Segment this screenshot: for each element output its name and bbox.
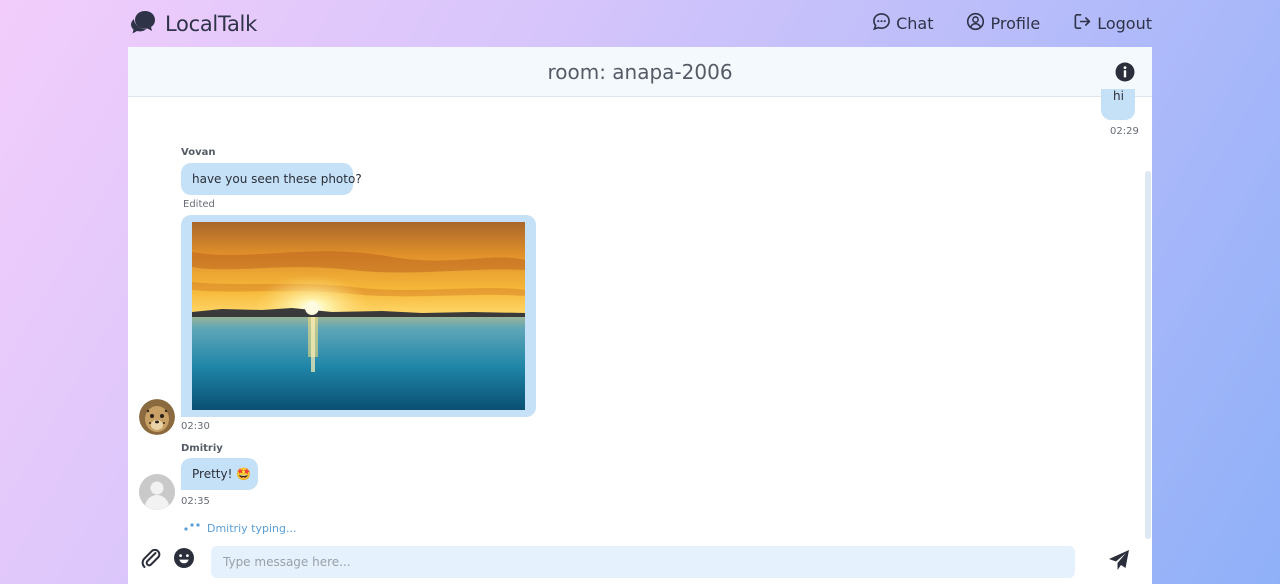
message-bubble: have you seen these photo?	[181, 163, 362, 195]
own-message-bubble: hi	[1101, 89, 1135, 120]
message-composer	[128, 541, 1152, 584]
default-user-avatar[interactable]	[139, 474, 175, 510]
typing-dots-icon	[183, 522, 201, 535]
info-icon[interactable]	[1115, 62, 1135, 82]
nav-chat-label: Chat	[896, 14, 934, 33]
edited-label: Edited	[183, 199, 215, 210]
nav-profile-link[interactable]: Profile	[966, 12, 1040, 35]
message-text: hi	[1113, 89, 1124, 103]
typing-indicator: Dmitriy typing...	[183, 522, 296, 535]
nav-logout-label: Logout	[1097, 14, 1152, 33]
cheetah-avatar[interactable]	[139, 399, 175, 435]
top-navbar: LocalTalk Chat Profile Logout	[0, 0, 1280, 48]
scrollbar-thumb[interactable]	[1145, 171, 1151, 539]
chat-icon	[872, 12, 891, 35]
message-sender: Dmitriy	[181, 443, 223, 454]
message-text: Pretty! 🤩	[192, 467, 252, 481]
logout-icon	[1073, 12, 1092, 35]
chat-panel: room: anapa-2006 hi 02:29 Vovan have you…	[128, 47, 1152, 584]
chat-bubbles-logo-icon	[129, 8, 157, 40]
main-nav: Chat Profile Logout	[872, 12, 1152, 35]
message-time: 02:35	[181, 496, 210, 507]
app-name: LocalTalk	[165, 12, 257, 36]
nav-profile-label: Profile	[990, 14, 1041, 33]
message-time: 02:30	[181, 421, 210, 432]
nav-logout-link[interactable]: Logout	[1073, 12, 1152, 35]
room-title: room: anapa-2006	[547, 60, 733, 84]
message-list[interactable]: hi 02:29 Vovan have you seen these photo…	[128, 89, 1152, 541]
message-time: 02:29	[1110, 126, 1139, 137]
typing-text: Dmitriy typing...	[207, 522, 297, 535]
message-bubble: Pretty! 🤩	[181, 458, 258, 490]
smiley-icon[interactable]	[173, 547, 195, 569]
message-input[interactable]	[211, 546, 1075, 578]
image-message-bubble	[181, 215, 536, 417]
profile-icon	[966, 12, 985, 35]
message-scrollbar[interactable]	[1144, 97, 1152, 541]
sunset-over-sea-photo[interactable]	[192, 222, 525, 410]
brand[interactable]: LocalTalk	[129, 9, 257, 39]
nav-chat-link[interactable]: Chat	[872, 12, 933, 35]
paperclip-icon[interactable]	[140, 547, 162, 569]
message-sender: Vovan	[181, 147, 216, 158]
send-icon[interactable]	[1108, 549, 1130, 571]
room-header: room: anapa-2006	[128, 47, 1152, 97]
message-text: have you seen these photo?	[192, 172, 362, 186]
